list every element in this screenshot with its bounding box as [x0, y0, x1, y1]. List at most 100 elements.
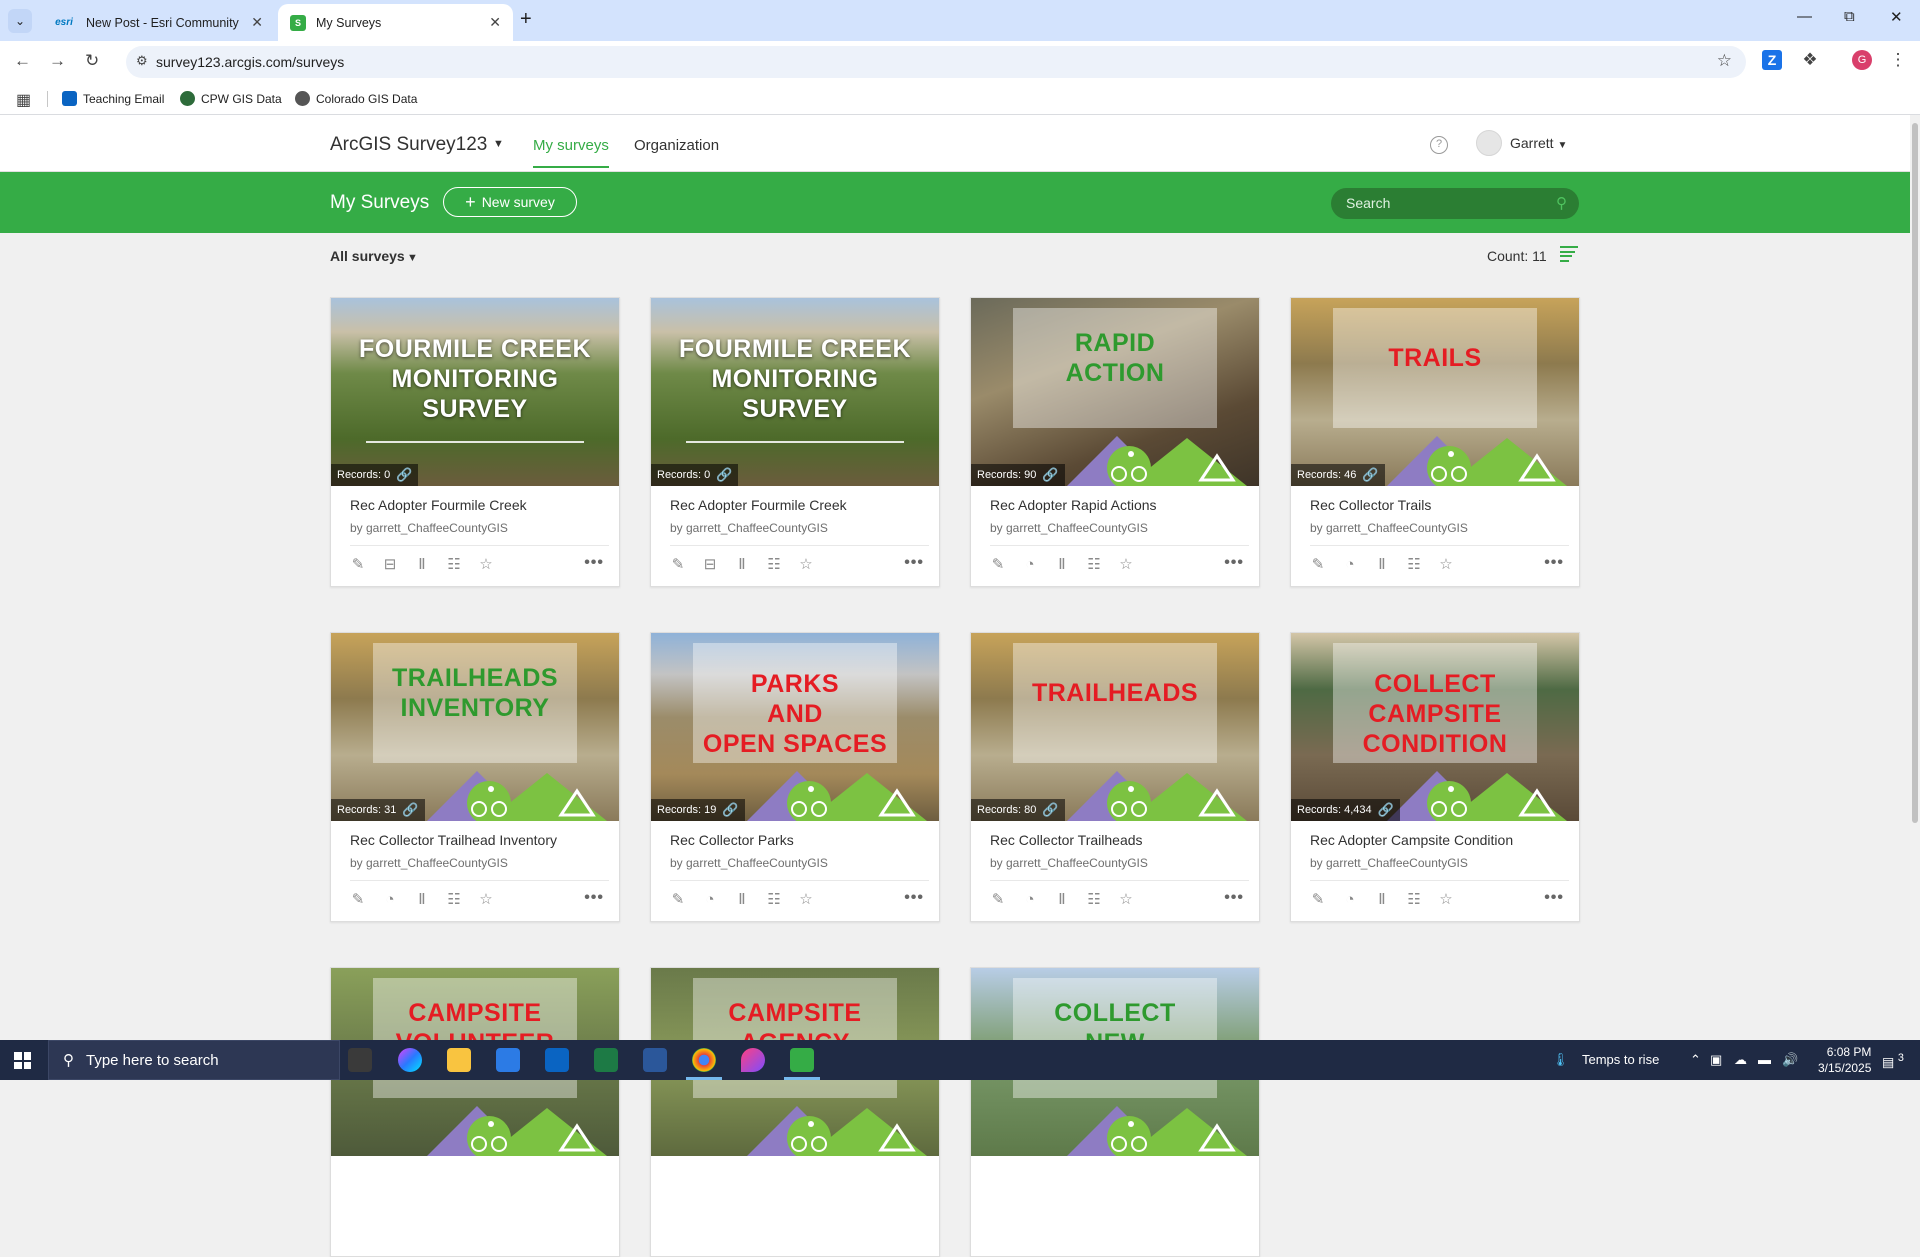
profile-avatar[interactable]: G: [1852, 50, 1872, 70]
bookmark-cpw-gis-data[interactable]: CPW GIS Data: [180, 91, 282, 106]
more-options-icon[interactable]: •••: [904, 889, 924, 907]
edit-icon[interactable]: ✎: [1309, 891, 1327, 909]
data-icon[interactable]: ☷: [445, 891, 463, 909]
tab-close-icon[interactable]: ✕: [251, 14, 263, 31]
analyze-icon[interactable]: Ⅱ: [1373, 556, 1391, 574]
app-brand[interactable]: ArcGIS Survey123: [330, 134, 487, 156]
survey-card[interactable]: COLLECTNEW: [970, 967, 1260, 1257]
analyze-icon[interactable]: Ⅱ: [1053, 556, 1071, 574]
edit-icon[interactable]: ✎: [669, 891, 687, 909]
overview-pie-icon[interactable]: ◔: [1021, 556, 1039, 574]
edit-icon[interactable]: ✎: [669, 556, 687, 574]
data-icon[interactable]: ☷: [445, 556, 463, 574]
survey-title[interactable]: Rec Collector Trailhead Inventory: [350, 832, 557, 848]
extensions-puzzle-icon[interactable]: ❖: [1800, 50, 1820, 70]
more-options-icon[interactable]: •••: [1544, 554, 1564, 572]
survey-filter-dropdown[interactable]: All surveys: [330, 248, 405, 264]
chevron-down-icon[interactable]: ▼: [407, 252, 418, 264]
reload-icon[interactable]: ↻: [85, 51, 99, 71]
restore-icon[interactable]: ⧉: [1844, 8, 1855, 25]
window-close-icon[interactable]: ✕: [1890, 8, 1903, 26]
back-arrow-icon[interactable]: ←: [14, 51, 31, 71]
favorite-star-icon[interactable]: ☆: [797, 891, 815, 909]
copilot-icon[interactable]: [398, 1048, 422, 1072]
overview-pie-icon[interactable]: ◔: [1021, 891, 1039, 909]
analyze-icon[interactable]: Ⅱ: [733, 556, 751, 574]
survey-thumbnail[interactable]: TRAILHEADS Records: 80 🔗: [971, 633, 1259, 821]
survey-thumbnail[interactable]: TRAILS Records: 46 🔗: [1291, 298, 1579, 486]
overview-pie-icon[interactable]: ◔: [1341, 556, 1359, 574]
survey-thumbnail[interactable]: FOURMILE CREEK MONITORING SURVEY Records: 0…: [651, 298, 939, 486]
system-clock[interactable]: 6:08 PM 3/15/2025: [1818, 1044, 1871, 1076]
survey123-icon[interactable]: [784, 1048, 820, 1080]
more-options-icon[interactable]: •••: [904, 554, 924, 572]
link-icon[interactable]: 🔗: [1042, 467, 1058, 483]
chevron-up-icon[interactable]: ⌃: [1690, 1052, 1701, 1068]
survey-card[interactable]: COLLECT CAMPSITE CONDITION Records: 4,434 🔗 R…: [1290, 632, 1580, 922]
survey-thumbnail[interactable]: PARKS AND OPEN SPACES Records: 19 🔗: [651, 633, 939, 821]
survey-card[interactable]: TRAILHEADS INVENTORY Records: 31 🔗 Rec Colle…: [330, 632, 620, 922]
tab-my-surveys[interactable]: S My Surveys ✕: [278, 4, 513, 41]
analyze-icon[interactable]: Ⅱ: [413, 891, 431, 909]
link-icon[interactable]: 🔗: [1362, 467, 1378, 483]
data-icon[interactable]: ☷: [765, 891, 783, 909]
minimize-icon[interactable]: —: [1797, 8, 1812, 25]
link-icon[interactable]: 🔗: [722, 802, 738, 818]
edit-icon[interactable]: ✎: [349, 556, 367, 574]
data-icon[interactable]: ☷: [1405, 891, 1423, 909]
lock-icon[interactable]: ⊟: [701, 556, 719, 574]
forward-arrow-icon[interactable]: →: [49, 51, 66, 71]
overview-pie-icon[interactable]: ◔: [381, 891, 399, 909]
survey-title[interactable]: Rec Collector Parks: [670, 832, 794, 848]
volume-icon[interactable]: 🔊: [1782, 1052, 1798, 1068]
survey-card[interactable]: TRAILHEADS Records: 80 🔗 Rec Collector Trai…: [970, 632, 1260, 922]
weather-text[interactable]: Temps to rise: [1582, 1052, 1659, 1067]
survey-card[interactable]: TRAILS Records: 46 🔗 Rec Collector Trails by…: [1290, 297, 1580, 587]
survey-title[interactable]: Rec Adopter Fourmile Creek: [670, 497, 847, 513]
bookmark-teaching-email[interactable]: Teaching Email: [62, 91, 164, 106]
apps-grid-icon[interactable]: ▦: [16, 90, 31, 110]
browser-menu-icon[interactable]: ⋮: [1888, 50, 1908, 70]
nav-my-surveys[interactable]: My surveys: [533, 137, 609, 168]
edit-icon[interactable]: ✎: [349, 891, 367, 909]
nav-organization[interactable]: Organization: [634, 137, 719, 154]
bookmark-colorado-gis-data[interactable]: Colorado GIS Data: [295, 91, 417, 106]
survey-thumbnail[interactable]: RAPID ACTION Records: 90 🔗: [971, 298, 1259, 486]
user-menu[interactable]: Garrett ▼: [1510, 135, 1567, 151]
onedrive-cloud-icon[interactable]: ☁: [1734, 1052, 1747, 1068]
meet-icon[interactable]: ▣: [1710, 1052, 1722, 1068]
survey-title[interactable]: Rec Collector Trails: [1310, 497, 1431, 513]
favorite-star-icon[interactable]: ☆: [1117, 556, 1135, 574]
new-tab-plus-icon[interactable]: +: [520, 8, 532, 31]
notification-icon[interactable]: ▤ 3: [1882, 1052, 1904, 1070]
survey-thumbnail[interactable]: COLLECT CAMPSITE CONDITION Records: 4,434 🔗: [1291, 633, 1579, 821]
analyze-icon[interactable]: Ⅱ: [1373, 891, 1391, 909]
more-options-icon[interactable]: •••: [1224, 889, 1244, 907]
word-icon[interactable]: [643, 1048, 667, 1072]
analyze-icon[interactable]: Ⅱ: [413, 556, 431, 574]
avatar[interactable]: [1476, 130, 1502, 156]
data-icon[interactable]: ☷: [1405, 556, 1423, 574]
analyze-icon[interactable]: Ⅱ: [733, 891, 751, 909]
url-text[interactable]: survey123.arcgis.com/surveys: [156, 54, 344, 70]
survey-title[interactable]: Rec Adopter Fourmile Creek: [350, 497, 527, 513]
survey-card[interactable]: FOURMILE CREEK MONITORING SURVEY Records: 0…: [650, 297, 940, 587]
tab-search-icon[interactable]: ⌄: [8, 9, 32, 33]
search-input[interactable]: Search ⚲: [1331, 188, 1579, 219]
battery-icon[interactable]: ▬: [1758, 1052, 1771, 1067]
survey-title[interactable]: Rec Adopter Campsite Condition: [1310, 832, 1513, 848]
sort-icon[interactable]: [1560, 246, 1578, 262]
edit-icon[interactable]: ✎: [989, 891, 1007, 909]
task-view-icon[interactable]: [348, 1048, 372, 1072]
windows-start-icon[interactable]: [14, 1052, 31, 1069]
link-icon[interactable]: 🔗: [716, 467, 732, 483]
favorite-star-icon[interactable]: ☆: [1117, 891, 1135, 909]
analyze-icon[interactable]: Ⅱ: [1053, 891, 1071, 909]
favorite-star-icon[interactable]: ☆: [797, 556, 815, 574]
new-survey-button[interactable]: + New survey: [443, 187, 577, 217]
link-icon[interactable]: 🔗: [402, 802, 418, 818]
lock-icon[interactable]: ⊟: [381, 556, 399, 574]
survey-title[interactable]: Rec Adopter Rapid Actions: [990, 497, 1157, 513]
edit-icon[interactable]: ✎: [989, 556, 1007, 574]
file-explorer-icon[interactable]: [447, 1048, 471, 1072]
